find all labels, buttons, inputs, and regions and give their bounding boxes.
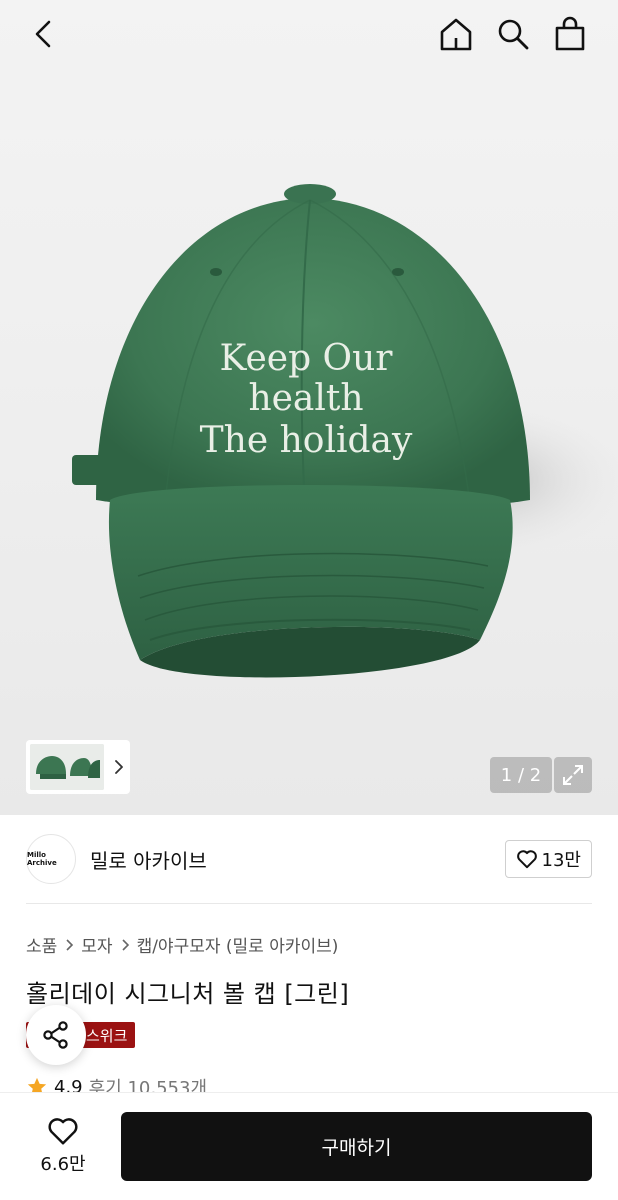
share-icon [43, 1021, 68, 1049]
brand-like-count: 13만 [541, 850, 581, 871]
expand-icon [563, 765, 583, 785]
wishlist-count: 6.6만 [40, 1154, 86, 1175]
product-photo-cap: Keep Our health The holiday [72, 184, 618, 678]
fullscreen-button[interactable] [554, 757, 592, 793]
top-bar [0, 0, 618, 66]
bottom-action-bar: 6.6만 구매하기 [0, 1092, 618, 1200]
search-button[interactable] [491, 12, 535, 56]
thumbnail-strip[interactable] [26, 740, 130, 794]
thumbnail-image[interactable] [30, 744, 104, 790]
shopping-bag-icon [555, 16, 585, 51]
cap-embroidery-line-1: Keep Our [220, 338, 394, 379]
back-arrow-icon [35, 20, 51, 48]
home-icon [440, 18, 472, 51]
chevron-right-icon [119, 938, 131, 951]
image-counter: 1 / 2 [490, 757, 552, 793]
heart-icon [48, 1118, 78, 1145]
brand-row: Millo Archive 밀로 아카이브 13만 [26, 832, 592, 886]
cap-embroidery-line-2: health [248, 378, 363, 419]
divider [26, 903, 592, 904]
breadcrumb-item-hats[interactable]: 모자 [81, 932, 112, 957]
back-button[interactable] [22, 12, 66, 56]
home-button[interactable] [434, 12, 478, 56]
buy-button[interactable]: 구매하기 [121, 1112, 592, 1181]
heart-icon [516, 850, 537, 869]
chevron-right-icon [63, 938, 75, 951]
cart-button[interactable] [548, 12, 592, 56]
search-icon [498, 19, 529, 50]
chevron-right-icon [115, 760, 123, 774]
product-title: 홀리데이 시그니처 볼 캡 [그린] [26, 980, 350, 1008]
breadcrumb-item-accessories[interactable]: 소품 [26, 932, 57, 957]
brand-name[interactable]: 밀로 아카이브 [90, 845, 207, 874]
product-image-gallery[interactable]: Keep Our health The holiday 1 / 2 [0, 0, 618, 815]
cap-embroidery-line-3: The holiday [200, 420, 413, 461]
brand-logo-text: Millo Archive [27, 851, 57, 867]
breadcrumb: 소품 모자 캡/야구모자 (밀로 아카이브) [26, 932, 338, 957]
brand-like-button[interactable]: 13만 [504, 840, 592, 878]
wishlist-button[interactable]: 6.6만 [26, 1111, 100, 1181]
breadcrumb-item-caps[interactable]: 캡/야구모자 (밀로 아카이브) [137, 932, 339, 957]
brand-logo[interactable]: Millo Archive [26, 834, 76, 884]
share-button[interactable] [26, 1005, 86, 1065]
promo-badge-label: 스위크 [86, 1026, 128, 1045]
